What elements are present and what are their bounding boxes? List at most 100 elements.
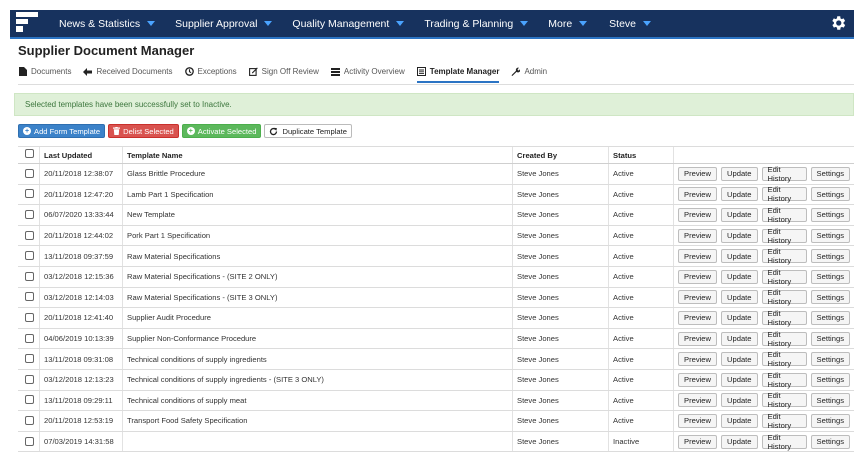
- cell-status: Active: [613, 189, 634, 199]
- settings-button[interactable]: Settings: [810, 331, 850, 346]
- preview-button[interactable]: Preview: [678, 310, 718, 325]
- update-button[interactable]: Update: [721, 352, 758, 367]
- nav-quality-management[interactable]: Quality Management: [292, 18, 405, 30]
- edit-history-button[interactable]: Edit History: [761, 350, 807, 368]
- update-button[interactable]: Update: [721, 249, 758, 264]
- delist-selected-button[interactable]: Delist Selected: [108, 124, 179, 138]
- row-checkbox[interactable]: [25, 209, 34, 219]
- header-last-updated[interactable]: Last Updated: [44, 147, 92, 163]
- nav-supplier-approval[interactable]: Supplier Approval: [175, 18, 273, 30]
- settings-button[interactable]: Settings: [810, 249, 850, 264]
- edit-history-button[interactable]: Edit History: [761, 185, 807, 203]
- row-checkbox[interactable]: [25, 292, 34, 302]
- edit-history-button[interactable]: Edit History: [761, 391, 807, 409]
- edit-history-button[interactable]: Edit History: [761, 206, 807, 224]
- preview-button[interactable]: Preview: [678, 290, 718, 305]
- preview-button[interactable]: Preview: [678, 393, 718, 408]
- update-button[interactable]: Update: [721, 228, 758, 243]
- row-checkbox[interactable]: [25, 251, 34, 261]
- update-button[interactable]: Update: [721, 187, 758, 202]
- tab-sign-off-review[interactable]: Sign Off Review: [248, 64, 319, 81]
- header-created-by[interactable]: Created By: [517, 147, 557, 163]
- row-checkbox[interactable]: [25, 333, 34, 343]
- preview-button[interactable]: Preview: [678, 352, 718, 367]
- row-checkbox[interactable]: [25, 312, 34, 322]
- edit-history-button[interactable]: Edit History: [761, 371, 807, 389]
- edit-history-button[interactable]: Edit History: [761, 165, 807, 183]
- edit-history-button[interactable]: Edit History: [761, 268, 807, 286]
- row-checkbox[interactable]: [25, 271, 34, 281]
- add-form-template-button[interactable]: + Add Form Template: [18, 124, 106, 138]
- update-button[interactable]: Update: [721, 372, 758, 387]
- header-template-name[interactable]: Template Name: [127, 147, 183, 163]
- update-button[interactable]: Update: [721, 331, 758, 346]
- tab-admin[interactable]: Admin: [511, 64, 547, 81]
- preview-button[interactable]: Preview: [678, 207, 718, 222]
- settings-button[interactable]: Settings: [810, 310, 850, 325]
- edit-history-button[interactable]: Edit History: [761, 433, 807, 451]
- tab-received-documents[interactable]: Received Documents: [83, 64, 173, 81]
- nav-more[interactable]: More: [548, 18, 588, 30]
- column-divider: [673, 225, 674, 246]
- preview-button[interactable]: Preview: [678, 413, 718, 428]
- update-button[interactable]: Update: [721, 290, 758, 305]
- nav-trading-planning[interactable]: Trading & Planning: [424, 18, 529, 30]
- settings-button[interactable]: Settings: [810, 166, 850, 181]
- settings-button[interactable]: Settings: [810, 393, 850, 408]
- tab-activity-overview[interactable]: Activity Overview: [330, 64, 405, 81]
- row-checkbox[interactable]: [25, 354, 34, 364]
- row-checkbox[interactable]: [25, 415, 34, 425]
- edit-history-button[interactable]: Edit History: [761, 288, 807, 306]
- settings-button[interactable]: Settings: [810, 352, 850, 367]
- settings-button[interactable]: Settings: [810, 228, 850, 243]
- settings-button[interactable]: Settings: [810, 290, 850, 305]
- preview-button[interactable]: Preview: [678, 249, 718, 264]
- tab-documents[interactable]: Documents: [18, 64, 71, 81]
- edit-history-button[interactable]: Edit History: [761, 412, 807, 430]
- column-divider: [39, 390, 40, 411]
- update-button[interactable]: Update: [721, 434, 758, 449]
- column-divider: [512, 328, 513, 349]
- preview-button[interactable]: Preview: [678, 187, 718, 202]
- update-button[interactable]: Update: [721, 207, 758, 222]
- update-button[interactable]: Update: [721, 166, 758, 181]
- cell-last-updated: 13/11/2018 09:31:08: [44, 354, 114, 364]
- settings-button[interactable]: Settings: [810, 372, 850, 387]
- tab-exceptions[interactable]: Exceptions: [184, 64, 237, 81]
- select-all-checkbox[interactable]: [25, 149, 34, 158]
- update-button[interactable]: Update: [721, 310, 758, 325]
- gear-icon[interactable]: [829, 14, 847, 32]
- preview-button[interactable]: Preview: [678, 331, 718, 346]
- preview-button[interactable]: Preview: [678, 228, 718, 243]
- edit-history-button[interactable]: Edit History: [761, 330, 807, 348]
- row-checkbox[interactable]: [25, 230, 34, 240]
- update-button[interactable]: Update: [721, 413, 758, 428]
- preview-button[interactable]: Preview: [678, 166, 718, 181]
- row-checkbox[interactable]: [25, 189, 34, 199]
- duplicate-template-button[interactable]: Duplicate Template: [264, 124, 352, 138]
- settings-button[interactable]: Settings: [810, 269, 850, 284]
- settings-button[interactable]: Settings: [810, 434, 850, 449]
- header-status[interactable]: Status: [613, 147, 636, 163]
- row-checkbox[interactable]: [25, 168, 34, 178]
- nav-news-statistics[interactable]: News & Statistics: [59, 17, 156, 30]
- logo-icon[interactable]: [16, 12, 38, 34]
- preview-button[interactable]: Preview: [678, 269, 718, 284]
- row-checkbox[interactable]: [25, 436, 34, 446]
- edit-history-button[interactable]: Edit History: [761, 227, 807, 245]
- settings-button[interactable]: Settings: [810, 207, 850, 222]
- preview-button[interactable]: Preview: [678, 372, 718, 387]
- update-button[interactable]: Update: [721, 269, 758, 284]
- edit-history-button[interactable]: Edit History: [761, 247, 807, 265]
- edit-history-button[interactable]: Edit History: [761, 309, 807, 327]
- nav-label: News & Statistics: [59, 17, 141, 30]
- update-button[interactable]: Update: [721, 393, 758, 408]
- settings-button[interactable]: Settings: [810, 187, 850, 202]
- settings-button[interactable]: Settings: [810, 413, 850, 428]
- row-checkbox[interactable]: [25, 395, 34, 405]
- activate-selected-button[interactable]: + Activate Selected: [181, 124, 262, 138]
- nav-user-menu[interactable]: Steve: [609, 18, 652, 30]
- preview-button[interactable]: Preview: [678, 434, 718, 449]
- tab-template-manager[interactable]: Template Manager: [416, 64, 500, 83]
- row-checkbox[interactable]: [25, 374, 34, 384]
